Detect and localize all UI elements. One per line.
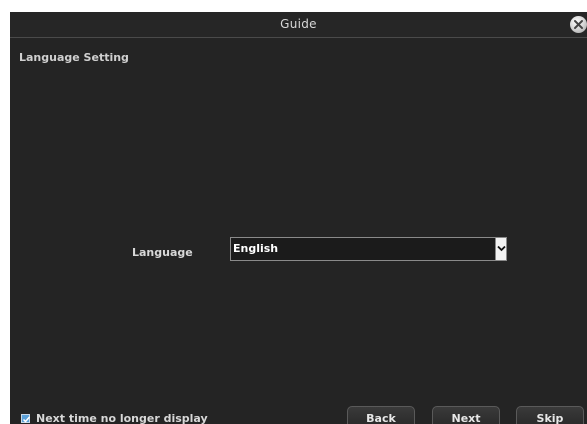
close-icon <box>574 20 583 29</box>
language-label: Language <box>132 246 193 259</box>
next-button[interactable]: Next <box>432 406 500 424</box>
check-icon <box>22 416 31 423</box>
guide-dialog: Guide Language Setting Language English … <box>10 12 587 424</box>
title-bar: Guide <box>10 12 587 38</box>
language-dropdown-button[interactable] <box>495 238 506 260</box>
close-button[interactable] <box>570 16 587 33</box>
no-longer-display-checkbox[interactable] <box>21 414 31 423</box>
back-button[interactable]: Back <box>347 406 415 424</box>
skip-button[interactable]: Skip <box>516 406 584 424</box>
dialog-title: Guide <box>280 17 317 31</box>
language-select[interactable]: English <box>230 237 507 261</box>
no-longer-display-label: Next time no longer display <box>36 412 208 424</box>
chevron-down-icon <box>497 245 506 252</box>
language-select-value: English <box>233 242 279 255</box>
section-title: Language Setting <box>19 51 129 64</box>
